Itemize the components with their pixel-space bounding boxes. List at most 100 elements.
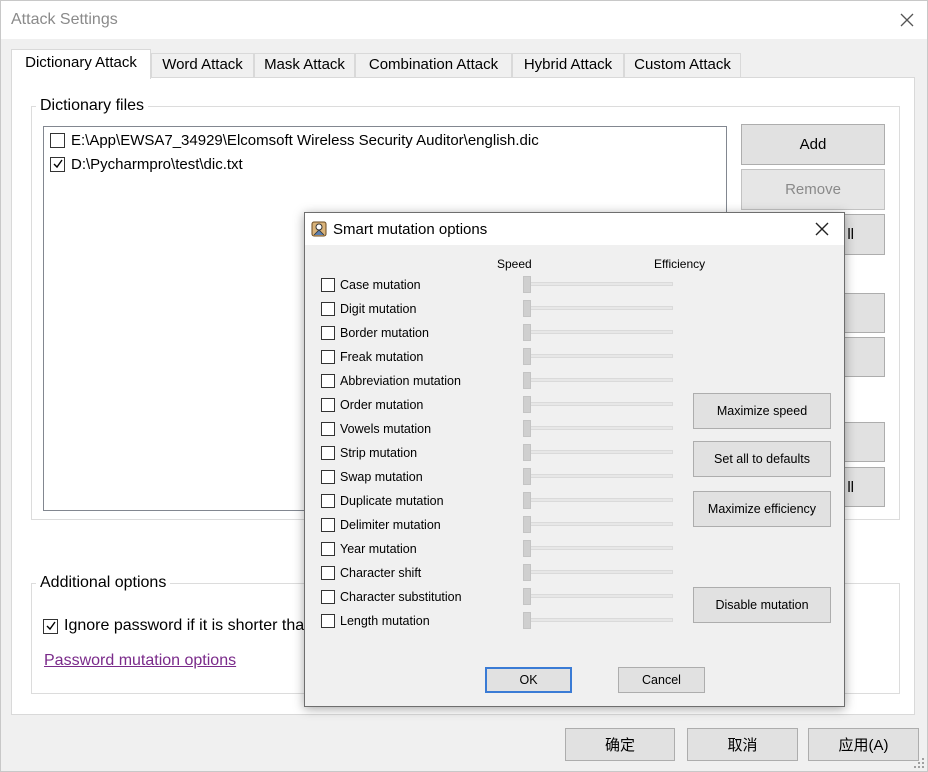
slider-thumb[interactable]	[523, 444, 531, 461]
maximize-speed-button[interactable]: Maximize speed	[693, 393, 831, 429]
slider-thumb[interactable]	[523, 540, 531, 557]
mutation-slider[interactable]	[523, 444, 675, 462]
list-item[interactable]: E:\App\EWSA7_34929\Elcomsoft Wireless Se…	[50, 130, 539, 150]
modal-cancel-button[interactable]: Cancel	[618, 667, 705, 693]
slider-track	[527, 594, 673, 598]
mutation-label: Case mutation	[340, 278, 421, 292]
mutation-checkbox[interactable]	[321, 590, 335, 604]
remove-button[interactable]: Remove	[741, 169, 885, 210]
mutation-row-abbreviation[interactable]: Abbreviation mutation	[321, 371, 461, 391]
tab-custom-attack[interactable]: Custom Attack	[624, 53, 741, 77]
slider-thumb[interactable]	[523, 300, 531, 317]
mutation-slider[interactable]	[523, 540, 675, 558]
mutation-slider[interactable]	[523, 588, 675, 606]
disable-mutation-button[interactable]: Disable mutation	[693, 587, 831, 623]
mutation-row-length[interactable]: Length mutation	[321, 611, 430, 631]
file-checkbox[interactable]	[50, 156, 65, 172]
mutation-checkbox[interactable]	[321, 302, 335, 316]
password-mutation-options-link[interactable]: Password mutation options	[44, 652, 236, 670]
close-icon[interactable]	[894, 7, 920, 33]
slider-thumb[interactable]	[523, 612, 531, 629]
mutation-row-case[interactable]: Case mutation	[321, 275, 421, 295]
slider-thumb[interactable]	[523, 564, 531, 581]
slider-thumb[interactable]	[523, 492, 531, 509]
mutation-checkbox[interactable]	[321, 422, 335, 436]
maximize-efficiency-button[interactable]: Maximize efficiency	[693, 491, 831, 527]
mutation-checkbox[interactable]	[321, 326, 335, 340]
mutation-row-strip[interactable]: Strip mutation	[321, 443, 417, 463]
tab-combination-attack[interactable]: Combination Attack	[355, 53, 512, 77]
tab-hybrid-attack[interactable]: Hybrid Attack	[512, 53, 624, 77]
mutation-checkbox[interactable]	[321, 494, 335, 508]
slider-thumb[interactable]	[523, 348, 531, 365]
ignore-short-password-option[interactable]: Ignore password if it is shorter tha	[43, 617, 304, 635]
mutation-slider[interactable]	[523, 516, 675, 534]
slider-track	[527, 282, 673, 286]
mutation-checkbox[interactable]	[321, 398, 335, 412]
mutation-label: Delimiter mutation	[340, 518, 441, 532]
mutation-slider[interactable]	[523, 324, 675, 342]
tab-word-attack[interactable]: Word Attack	[151, 53, 254, 77]
slider-track	[527, 402, 673, 406]
mutation-row-swap[interactable]: Swap mutation	[321, 467, 423, 487]
mutation-row-vowels[interactable]: Vowels mutation	[321, 419, 431, 439]
slider-thumb[interactable]	[523, 420, 531, 437]
mutation-row-character-shift[interactable]: Character shift	[321, 563, 421, 583]
app-icon	[310, 220, 328, 238]
list-item[interactable]: D:\Pycharmpro\test\dic.txt	[50, 154, 243, 174]
close-icon[interactable]	[811, 218, 833, 240]
add-button[interactable]: Add	[741, 124, 885, 165]
mutation-checkbox[interactable]	[321, 614, 335, 628]
mutation-label: Length mutation	[340, 614, 430, 628]
confirm-button[interactable]: 确定	[565, 728, 675, 761]
tab-mask-attack[interactable]: Mask Attack	[254, 53, 355, 77]
slider-thumb[interactable]	[523, 468, 531, 485]
additional-options-title: Additional options	[36, 574, 171, 592]
slider-track	[527, 618, 673, 622]
mutation-checkbox[interactable]	[321, 446, 335, 460]
mutation-checkbox[interactable]	[321, 278, 335, 292]
mutation-row-year[interactable]: Year mutation	[321, 539, 417, 559]
mutation-checkbox[interactable]	[321, 374, 335, 388]
mutation-checkbox[interactable]	[321, 542, 335, 556]
mutation-slider[interactable]	[523, 300, 675, 318]
mutation-slider[interactable]	[523, 564, 675, 582]
mutation-slider[interactable]	[523, 468, 675, 486]
tab-dictionary-attack[interactable]: Dictionary Attack	[11, 49, 151, 79]
mutation-row-duplicate[interactable]: Duplicate mutation	[321, 491, 444, 511]
slider-thumb[interactable]	[523, 372, 531, 389]
slider-thumb[interactable]	[523, 324, 531, 341]
mutation-slider[interactable]	[523, 420, 675, 438]
slider-thumb[interactable]	[523, 516, 531, 533]
mutation-row-order[interactable]: Order mutation	[321, 395, 423, 415]
ok-button[interactable]: OK	[485, 667, 572, 693]
mutation-row-digit[interactable]: Digit mutation	[321, 299, 416, 319]
slider-thumb[interactable]	[523, 276, 531, 293]
mutation-slider[interactable]	[523, 492, 675, 510]
mutation-label: Abbreviation mutation	[340, 374, 461, 388]
ignore-short-password-checkbox[interactable]	[43, 618, 58, 634]
apply-button[interactable]: 应用(A)	[808, 728, 919, 761]
dictionary-files-title: Dictionary files	[36, 97, 149, 115]
file-checkbox[interactable]	[50, 132, 65, 148]
mutation-checkbox[interactable]	[321, 566, 335, 580]
cancel-button[interactable]: 取消	[687, 728, 798, 761]
mutation-slider[interactable]	[523, 612, 675, 630]
mutation-slider[interactable]	[523, 348, 675, 366]
set-all-to-defaults-button[interactable]: Set all to defaults	[693, 441, 831, 477]
mutation-row-freak[interactable]: Freak mutation	[321, 347, 423, 367]
mutation-row-border[interactable]: Border mutation	[321, 323, 429, 343]
slider-track	[527, 354, 673, 358]
mutation-checkbox[interactable]	[321, 470, 335, 484]
mutation-slider[interactable]	[523, 396, 675, 414]
mutation-checkbox[interactable]	[321, 518, 335, 532]
slider-thumb[interactable]	[523, 396, 531, 413]
resize-grip-icon[interactable]	[913, 757, 925, 769]
mutation-checkbox[interactable]	[321, 350, 335, 364]
mutation-row-character-substitution[interactable]: Character substitution	[321, 587, 462, 607]
mutation-label: Digit mutation	[340, 302, 417, 316]
slider-thumb[interactable]	[523, 588, 531, 605]
mutation-slider[interactable]	[523, 276, 675, 294]
mutation-slider[interactable]	[523, 372, 675, 390]
mutation-row-delimiter[interactable]: Delimiter mutation	[321, 515, 441, 535]
